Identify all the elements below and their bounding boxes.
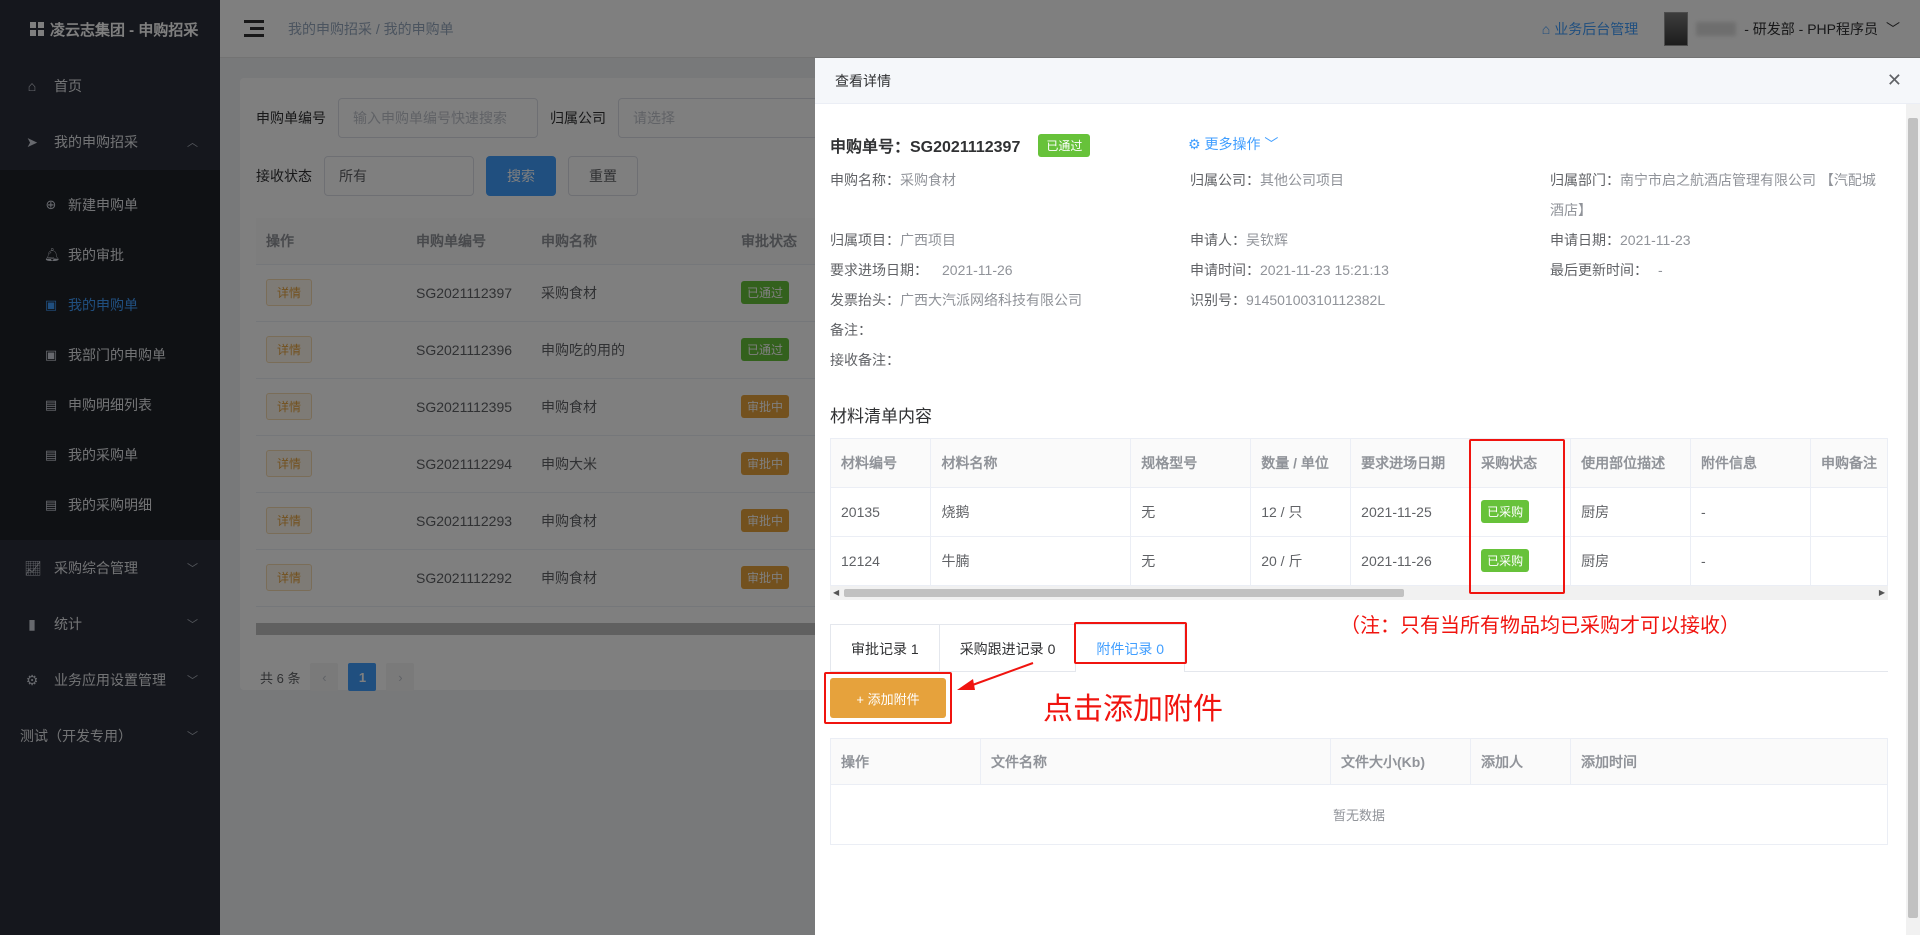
cell: 无 — [1130, 487, 1252, 537]
value: 采购食材 — [900, 172, 956, 188]
close-icon[interactable]: ✕ — [1887, 70, 1902, 91]
materials-table: 材料编号 材料名称 规格型号 数量 / 单位 要求进场日期 采购状态 使用部位描… — [831, 439, 1887, 586]
column-header: 材料编号 — [831, 439, 932, 488]
attachments-table: 操作 文件名称 文件大小(Kb) 添加人 添加时间 暂无数据 — [830, 738, 1888, 845]
column-header: 数量 / 单位 — [1250, 439, 1352, 488]
cell — [1810, 487, 1887, 537]
value: 酒店】 — [1550, 202, 1592, 218]
cell: 厨房 — [1570, 487, 1692, 537]
scroll-right-icon[interactable]: ▶ — [1879, 588, 1885, 597]
value: 广西项目 — [900, 232, 956, 248]
value: 2021-11-23 15:21:13 — [1260, 262, 1389, 278]
label: 归属部门： — [1550, 172, 1620, 188]
annotation-click-hint: 点击添加附件 — [1043, 693, 1223, 726]
table-row: 暂无数据 — [831, 785, 1888, 845]
value: 2021-11-26 — [942, 262, 1013, 278]
info-col-3: 归属部门：南宁市启之航酒店管理有限公司 【汽配城 酒店】 申请日期：2021-1… — [1550, 165, 1890, 285]
annotation-arrow-icon — [957, 662, 1034, 690]
scroll-left-icon[interactable]: ◀ — [833, 588, 839, 597]
status-column-highlight — [1469, 439, 1565, 594]
column-header: 申购备注 — [1810, 439, 1887, 488]
cell: 2021-11-26 — [1350, 536, 1472, 586]
table-row: 20135 烧鹅 无 12 / 只 2021-11-25 已采购 厨房 - — [831, 487, 1887, 537]
column-header: 使用部位描述 — [1570, 439, 1692, 488]
cell: 烧鹅 — [930, 487, 1132, 537]
cell — [1810, 536, 1887, 586]
table-row: 12124 牛腩 无 20 / 斤 2021-11-26 已采购 厨房 - — [831, 536, 1887, 586]
value: 广西大汽派网络科技有限公司 — [900, 292, 1082, 308]
cell: 20 / 斤 — [1250, 536, 1352, 586]
add-button-highlight — [824, 672, 952, 724]
materials-table-wrapper: 材料编号 材料名称 规格型号 数量 / 单位 要求进场日期 采购状态 使用部位描… — [830, 438, 1888, 598]
column-header: 附件信息 — [1690, 439, 1811, 488]
status-badge: 已通过 — [1038, 133, 1091, 157]
materials-horizontal-scrollbar[interactable]: ◀ ▶ — [830, 586, 1888, 600]
column-header: 文件名称 — [980, 738, 1331, 785]
gear-icon: ⚙ — [1188, 136, 1201, 152]
label: 申请人： — [1190, 232, 1246, 248]
materials-section-title: 材料清单内容 — [830, 407, 932, 426]
label: 发票抬头： — [830, 292, 900, 308]
column-header: 添加时间 — [1570, 738, 1888, 785]
label: 申请时间： — [1190, 262, 1260, 278]
label: 归属公司： — [1190, 172, 1260, 188]
tab-approval-records[interactable]: 审批记录 1 — [830, 624, 940, 672]
label: 归属项目： — [830, 232, 900, 248]
value: 2021-11-23 — [1620, 232, 1691, 248]
column-header: 要求进场日期 — [1350, 439, 1472, 488]
column-header: 添加人 — [1470, 738, 1571, 785]
info-col-1: 申购名称：采购食材 归属项目：广西项目 要求进场日期： 2021-11-26 发票… — [830, 165, 1082, 375]
cell: - — [1690, 536, 1811, 586]
label: 最后更新时间： — [1550, 262, 1648, 278]
label: 申请日期： — [1550, 232, 1620, 248]
column-header: 材料名称 — [930, 439, 1132, 488]
value: 91450100310112382L — [1246, 292, 1386, 308]
more-ops-dropdown[interactable]: ⚙ 更多操作 ﹀ — [1188, 134, 1278, 154]
drawer-scrollbar[interactable] — [1906, 104, 1920, 935]
label: 要求进场日期： — [830, 262, 928, 278]
cell: 2021-11-25 — [1350, 487, 1472, 537]
column-header: 操作 — [830, 738, 981, 785]
value: - — [1658, 262, 1663, 278]
cell: 20135 — [831, 487, 932, 537]
value: 吴钦辉 — [1246, 232, 1288, 248]
order-title-row: 申购单号：SG2021112397 已通过 — [830, 133, 1091, 157]
label: 接收备注： — [830, 352, 900, 368]
more-ops-label: 更多操作 — [1204, 136, 1261, 152]
drawer-title: 查看详情 — [835, 72, 891, 89]
column-header: 规格型号 — [1130, 439, 1252, 488]
attachments-tab-highlight — [1074, 622, 1187, 664]
detail-drawer: 查看详情 ✕ 申购单号：SG2021112397 已通过 ⚙ 更多操作 ﹀ 申购… — [815, 58, 1920, 935]
label: 申购名称： — [830, 172, 900, 188]
cell: 牛腩 — [930, 536, 1132, 586]
info-col-2: 归属公司：其他公司项目 申请人：吴钦辉 申请时间：2021-11-23 15:2… — [1190, 165, 1389, 315]
cell: 厨房 — [1570, 536, 1692, 586]
chevron-down-icon: ﹀ — [1264, 136, 1279, 152]
column-header: 文件大小(Kb) — [1330, 738, 1471, 785]
label: 备注： — [830, 322, 872, 338]
cell: 无 — [1130, 536, 1252, 586]
empty-state: 暂无数据 — [1332, 808, 1385, 823]
cell: 12124 — [831, 536, 932, 586]
value: 南宁市启之航酒店管理有限公司 【汽配城 — [1620, 172, 1876, 188]
label: 识别号： — [1190, 292, 1246, 308]
order-number: 申购单号：SG2021112397 — [830, 139, 1021, 156]
cell: - — [1690, 487, 1811, 537]
value: 其他公司项目 — [1260, 172, 1344, 188]
cell: 12 / 只 — [1250, 487, 1352, 537]
drawer-header: 查看详情 — [815, 58, 1920, 104]
